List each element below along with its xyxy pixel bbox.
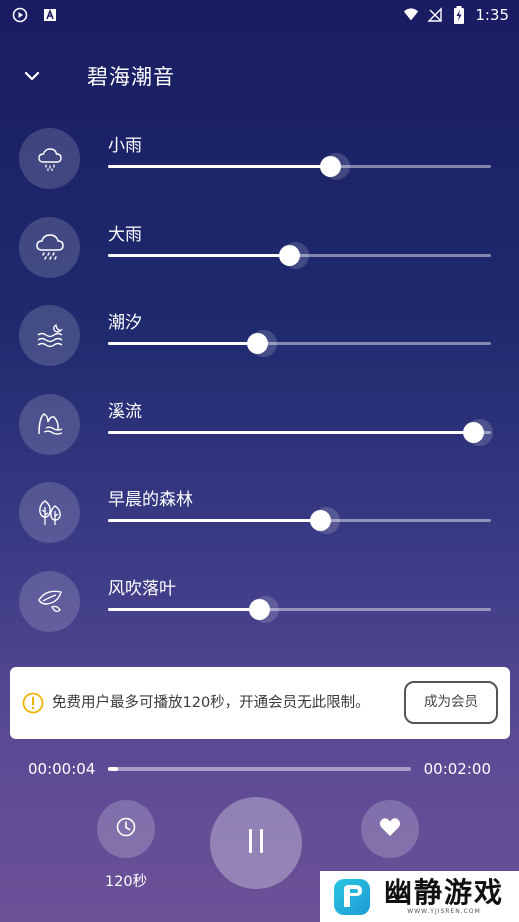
sound-name: 溪流: [108, 401, 142, 422]
app-notification-icon: [42, 7, 58, 23]
sound-item-forest: 早晨的森林: [0, 478, 519, 567]
sound-name: 大雨: [108, 224, 142, 245]
battery-charging-icon: [451, 6, 467, 24]
media-play-notification-icon: [12, 7, 28, 23]
site-watermark: 幽静游戏 WWW.YJISREN.COM: [320, 871, 519, 922]
total-time: 00:02:00: [423, 760, 491, 778]
volume-slider-fill: [108, 253, 290, 257]
chevron-down-icon: [23, 67, 41, 86]
membership-notice: 免费用户最多可播放120秒，开通会员无此限制。 成为会员: [10, 667, 510, 739]
watermark-url: WWW.YJISREN.COM: [407, 908, 481, 915]
volume-slider-thumb[interactable]: [246, 333, 268, 355]
volume-slider-thumb[interactable]: [319, 156, 341, 177]
timer-button[interactable]: [97, 800, 155, 858]
notice-text: 免费用户最多可播放120秒，开通会员无此限制。: [52, 695, 370, 711]
playback-progress: 00:00:04 00:02:00: [0, 758, 519, 780]
volume-slider[interactable]: [108, 598, 491, 620]
timer-label: 120秒: [104, 874, 148, 890]
progress-bar-fill: [108, 767, 118, 771]
status-bar: 1:35: [0, 0, 519, 30]
volume-slider-fill: [108, 607, 260, 611]
clock-icon: [115, 816, 137, 842]
volume-slider-thumb[interactable]: [463, 421, 485, 443]
pause-button[interactable]: [210, 797, 302, 889]
page-title: 碧海潮音: [87, 65, 175, 89]
light-rain-icon[interactable]: [19, 128, 80, 189]
heavy-rain-icon[interactable]: [19, 216, 80, 278]
volume-slider-fill: [108, 165, 331, 168]
forest-icon[interactable]: [19, 482, 80, 544]
warning-icon: [22, 692, 44, 714]
become-member-button[interactable]: 成为会员: [404, 681, 498, 724]
volume-slider-thumb[interactable]: [310, 510, 332, 532]
volume-slider[interactable]: [108, 510, 491, 532]
volume-slider-fill: [108, 430, 474, 434]
sound-name: 潮汐: [108, 313, 142, 334]
sound-list: 小雨 大雨 潮汐 溪流 早晨的森林 风吹落叶: [0, 124, 519, 656]
watermark-text: 幽静游戏: [384, 876, 505, 909]
no-signal-icon: [427, 7, 443, 23]
status-time: 1:35: [475, 6, 509, 24]
sound-name: 早晨的森林: [108, 490, 193, 511]
pause-icon: [246, 827, 266, 859]
heart-icon: [379, 817, 401, 841]
sound-name: 风吹落叶: [108, 578, 176, 599]
tide-icon[interactable]: [19, 305, 80, 367]
sound-item-heavy-rain: 大雨: [0, 213, 519, 302]
volume-slider[interactable]: [108, 156, 491, 177]
current-time: 00:00:04: [28, 760, 96, 778]
header: 碧海潮音: [0, 54, 519, 98]
volume-slider-fill: [108, 519, 321, 523]
sound-item-tide: 潮汐: [0, 301, 519, 390]
watermark-logo-icon: [332, 877, 372, 917]
volume-slider-thumb[interactable]: [248, 598, 270, 620]
progress-bar[interactable]: [108, 767, 411, 771]
stream-icon[interactable]: [19, 393, 80, 455]
volume-slider[interactable]: [108, 333, 491, 355]
volume-slider-fill: [108, 342, 258, 346]
volume-slider[interactable]: [108, 244, 491, 266]
sound-item-falling-leaves: 风吹落叶: [0, 567, 519, 656]
volume-slider[interactable]: [108, 421, 491, 443]
sound-item-light-rain: 小雨: [0, 124, 519, 213]
volume-slider-thumb[interactable]: [279, 244, 301, 266]
sound-item-stream: 溪流: [0, 390, 519, 479]
sound-name: 小雨: [108, 136, 142, 156]
collapse-button[interactable]: [2, 54, 62, 98]
favorite-button[interactable]: [361, 800, 419, 858]
wifi-icon: [403, 7, 419, 23]
leaf-icon[interactable]: [19, 570, 80, 632]
